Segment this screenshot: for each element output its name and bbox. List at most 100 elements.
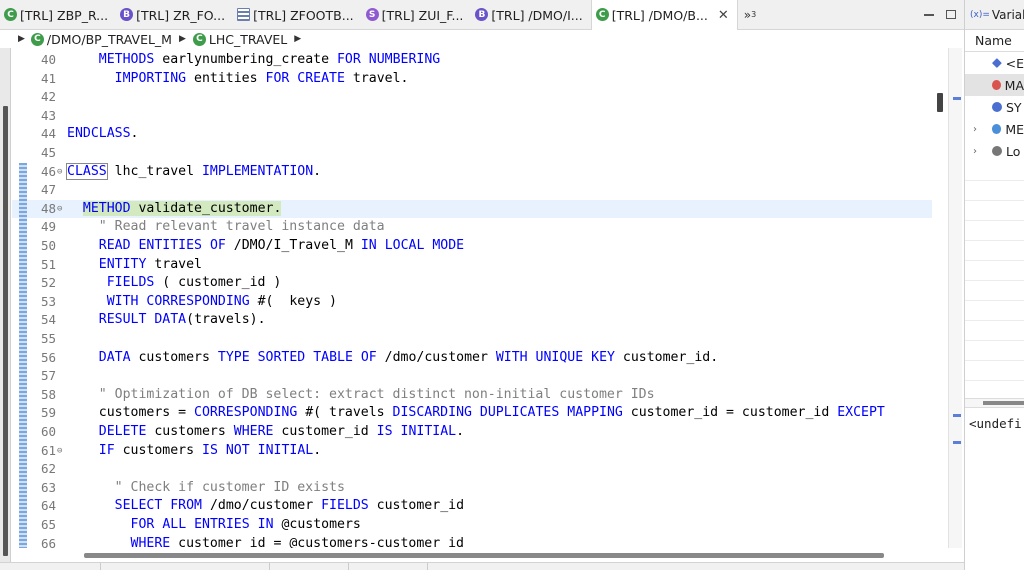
line-number[interactable]: 56	[28, 349, 56, 368]
editor-tab[interactable]: B [TRL] ZR_FO...	[116, 0, 233, 30]
overview-ruler[interactable]	[948, 48, 962, 548]
line-number[interactable]: 61	[28, 442, 56, 461]
line-number[interactable]: 44	[28, 125, 56, 144]
line-number[interactable]: 54	[28, 311, 56, 330]
line-number[interactable]: 46	[28, 163, 56, 182]
variables-horizontal-scrollbar[interactable]	[965, 398, 1024, 408]
scrollbar-thumb[interactable]	[983, 401, 1024, 405]
line-number[interactable]: 52	[28, 274, 56, 293]
column-header-name[interactable]: Name	[965, 30, 1024, 52]
line-number[interactable]: 58	[28, 386, 56, 405]
ruler-marker[interactable]	[953, 97, 961, 100]
editor-tab[interactable]: [TRL] ZFOOTB...	[233, 0, 362, 30]
horizontal-scrollbar-thumb[interactable]	[84, 553, 884, 558]
code-line[interactable]: 54 RESULT DATA(travels).	[12, 311, 932, 330]
code-text: CLASS lhc_travel IMPLEMENTATION.	[66, 162, 322, 180]
code-line[interactable]: 63 " Check if customer ID exists	[12, 479, 932, 498]
minimize-icon[interactable]	[924, 13, 934, 16]
variables-tab[interactable]: (x)=Variab	[965, 0, 1024, 30]
variable-row[interactable]: SY	[965, 96, 1024, 118]
code-line[interactable]: 59 customers = CORRESPONDING #( travels …	[12, 404, 932, 423]
code-line[interactable]: 45	[12, 144, 932, 163]
variable-icon	[992, 146, 1002, 156]
line-number[interactable]: 59	[28, 404, 56, 423]
line-number[interactable]: 45	[28, 144, 56, 163]
line-number[interactable]: 50	[28, 237, 56, 256]
variable-row[interactable]: › Lo	[965, 140, 1024, 162]
code-line[interactable]: 40 METHODS earlynumbering_create FOR NUM…	[12, 51, 932, 70]
chevron-right-icon[interactable]: ▶	[179, 34, 186, 44]
breadcrumb-class[interactable]: /DMO/BP_TRAVEL_M	[47, 32, 172, 47]
code-line[interactable]: 62	[12, 460, 932, 479]
code-line[interactable]: 65 FOR ALL ENTRIES IN @customers	[12, 516, 932, 535]
maximize-icon[interactable]	[946, 10, 956, 19]
code-line[interactable]: 53 WITH CORRESPONDING #( keys )	[12, 293, 932, 312]
line-number[interactable]: 40	[28, 51, 56, 70]
line-number[interactable]: 55	[28, 330, 56, 349]
code-line[interactable]: 41 IMPORTING entities FOR CREATE travel.	[12, 70, 932, 89]
close-icon[interactable]: ✕	[718, 8, 729, 23]
chevron-right-icon[interactable]: ▶	[294, 34, 301, 44]
code-editor[interactable]: 40 METHODS earlynumbering_create FOR NUM…	[12, 48, 962, 548]
expand-icon[interactable]: ›	[973, 146, 977, 157]
code-line[interactable]: 43	[12, 107, 932, 126]
line-number[interactable]: 48	[28, 200, 56, 219]
code-line[interactable]: 57	[12, 367, 932, 386]
code-line[interactable]: 46 ⊖ CLASS lhc_travel IMPLEMENTATION.	[12, 162, 932, 182]
line-number[interactable]: 41	[28, 70, 56, 89]
variable-row[interactable]: <E	[965, 52, 1024, 74]
line-number[interactable]: 57	[28, 367, 56, 386]
ruler-marker[interactable]	[953, 441, 961, 444]
line-number[interactable]: 60	[28, 423, 56, 442]
code-line[interactable]: 50 READ ENTITIES OF /DMO/I_Travel_M IN L…	[12, 237, 932, 256]
code-line[interactable]: 42	[12, 88, 932, 107]
code-text: FIELDS ( customer_id )	[106, 275, 282, 291]
chevron-right-icon[interactable]: ▶	[18, 34, 25, 44]
tab-overflow-button[interactable]: » 3	[738, 0, 762, 29]
line-number[interactable]: 47	[28, 181, 56, 200]
fold-toggle-icon[interactable]: ⊖	[57, 163, 62, 182]
line-number[interactable]: 51	[28, 256, 56, 275]
ruler-marker[interactable]	[953, 414, 961, 417]
code-line[interactable]: 58 " Optimization of DB select: extract …	[12, 386, 932, 405]
line-number[interactable]: 65	[28, 516, 56, 535]
code-line[interactable]: 52 FIELDS ( customer_id )	[12, 274, 932, 293]
panel-resize-handle[interactable]	[3, 106, 8, 556]
code-line[interactable]: 64 SELECT FROM /dmo/customer FIELDS cust…	[12, 497, 932, 516]
code-line[interactable]: 55	[12, 330, 932, 349]
code-line[interactable]: 60 DELETE customers WHERE customer_id IS…	[12, 423, 932, 442]
code-line[interactable]: 61 ⊖ IF customers IS NOT INITIAL.	[12, 442, 932, 461]
variable-row[interactable]: › ME	[965, 118, 1024, 140]
code-line[interactable]: 47	[12, 181, 932, 200]
variable-row[interactable]: MA	[965, 74, 1024, 96]
editor-tab[interactable]: C [TRL] ZBP_R...	[0, 0, 116, 30]
vertical-scrollbar-thumb[interactable]	[937, 93, 943, 112]
editor-tab[interactable]: S [TRL] ZUI_F...	[362, 0, 472, 30]
code-line[interactable]: 49 " Read relevant travel instance data	[12, 218, 932, 237]
code-line[interactable]: 44 ENDCLASS.	[12, 125, 932, 144]
breadcrumb-local-class[interactable]: LHC_TRAVEL	[209, 32, 287, 47]
code-line[interactable]: 48 ⊖ METHOD validate_customer.	[12, 199, 932, 219]
bottom-tab[interactable]	[100, 563, 270, 570]
editor-tab[interactable]: B [TRL] /DMO/I...	[471, 0, 590, 30]
code-line[interactable]: 51 ENTITY travel	[12, 256, 932, 275]
line-number[interactable]: 62	[28, 460, 56, 479]
code-text: READ ENTITIES OF /DMO/I_Travel_M IN LOCA…	[98, 238, 465, 253]
fold-toggle-icon[interactable]: ⊖	[57, 442, 62, 461]
line-number[interactable]: 64	[28, 497, 56, 516]
line-number[interactable]: 43	[28, 107, 56, 126]
line-number[interactable]: 66	[28, 535, 56, 548]
line-number[interactable]: 63	[28, 479, 56, 498]
horizontal-scrollbar[interactable]	[12, 548, 962, 562]
row-divider	[965, 260, 1024, 261]
line-number[interactable]: 49	[28, 218, 56, 237]
code-line[interactable]: 66 WHERE customer_id = @customers-custom…	[12, 535, 932, 548]
bottom-tab[interactable]	[348, 563, 428, 570]
line-number[interactable]: 42	[28, 88, 56, 107]
editor-tab[interactable]: C [TRL] /DMO/B... ✕	[590, 0, 738, 31]
code-line[interactable]: 56 DATA customers TYPE SORTED TABLE OF /…	[12, 349, 932, 368]
expand-icon[interactable]: ›	[973, 124, 977, 135]
line-number[interactable]: 53	[28, 293, 56, 312]
behavior-icon: B	[120, 8, 134, 21]
fold-toggle-icon[interactable]: ⊖	[57, 200, 62, 219]
